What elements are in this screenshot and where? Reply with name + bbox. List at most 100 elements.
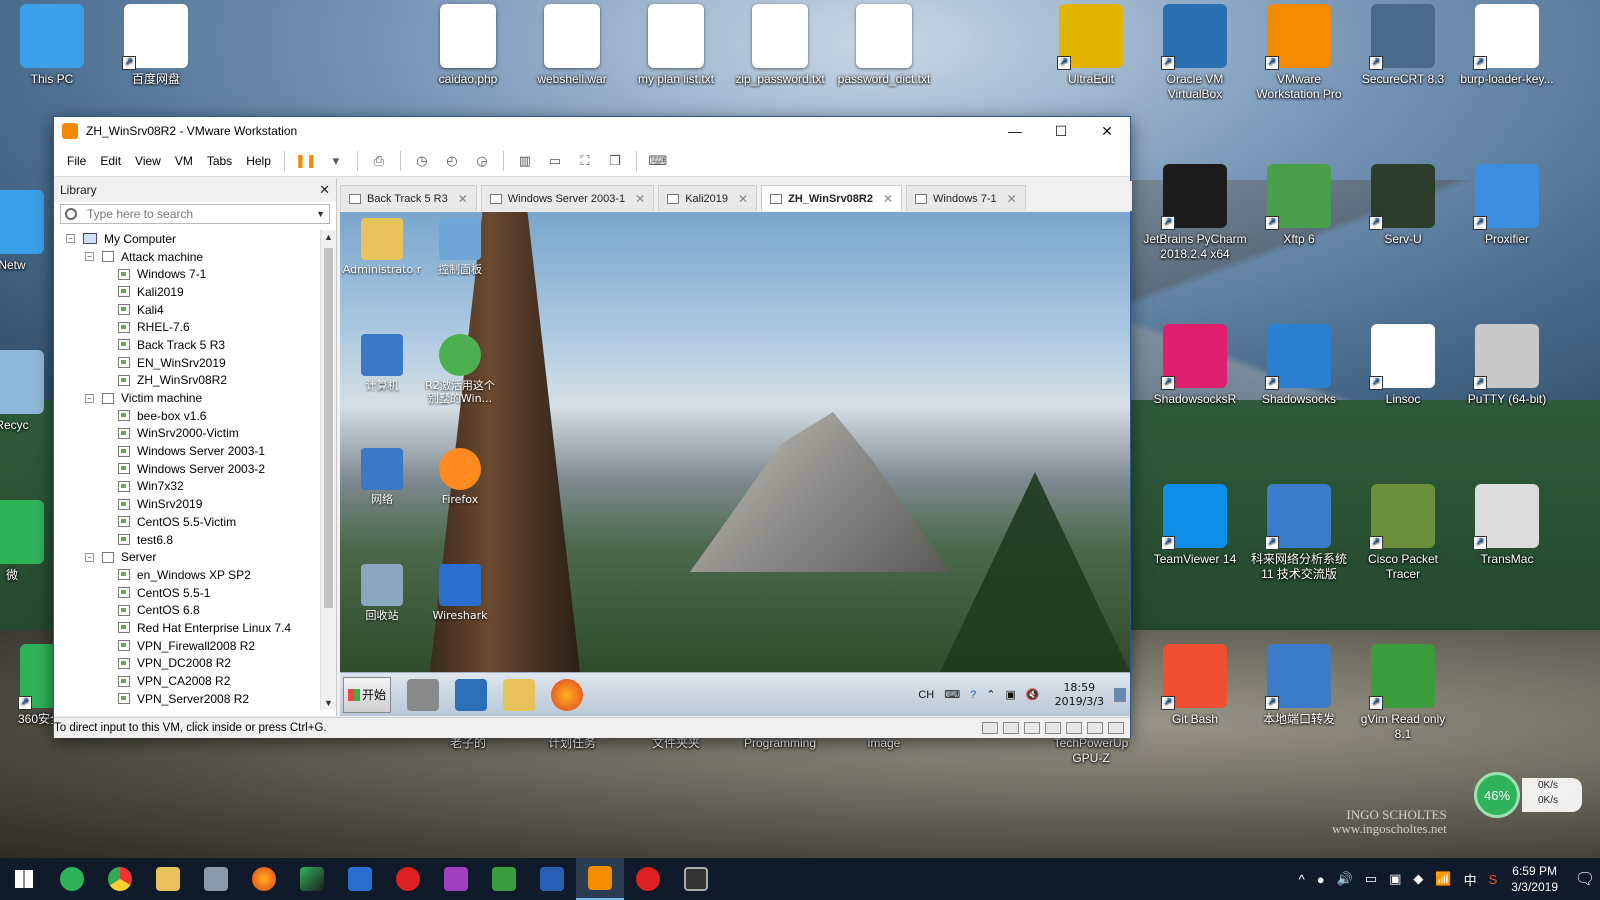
desktop-shortcut[interactable]: ↗ Cisco Packet Tracer <box>1351 484 1455 582</box>
desktop-shortcut[interactable]: password_dict.txt <box>832 4 936 87</box>
desktop-shortcut[interactable]: ↗ VMware Workstation Pro <box>1247 4 1351 102</box>
scroll-up-icon[interactable]: ▲ <box>324 232 333 242</box>
tree-folder[interactable]: − Victim machine <box>54 389 319 407</box>
desktop-shortcut[interactable]: caidao.php <box>416 4 520 87</box>
cd-icon[interactable] <box>1003 722 1019 734</box>
desktop-shortcut[interactable]: ↗ JetBrains PyCharm 2018.2.4 x64 <box>1143 164 1247 262</box>
desktop-shortcut[interactable]: ↗ Linsoc <box>1351 324 1455 407</box>
chevron-down-icon[interactable]: ▾ <box>325 150 347 172</box>
desktop-shortcut[interactable]: ↗ Git Bash <box>1143 644 1247 727</box>
guest-desktop-icon[interactable]: Firefox <box>418 448 502 506</box>
vim-taskbar-icon[interactable] <box>480 858 528 900</box>
help-icon[interactable]: ? <box>970 689 976 701</box>
collapse-icon[interactable]: − <box>85 252 94 262</box>
server-manager-icon[interactable] <box>407 678 439 711</box>
vm-tree-item[interactable]: Kali4 <box>54 301 319 319</box>
guest-start-button[interactable]: 开始 <box>343 676 391 713</box>
guest-desktop[interactable]: Administrato r 控制面板 计算机 R2激活用这个 别墅的Win... 网络… <box>340 212 1130 672</box>
vm-tree-item[interactable]: Win7x32 <box>54 478 319 496</box>
nvidia-icon[interactable]: ◆ <box>1413 871 1423 887</box>
vm-tree-item[interactable]: test6.8 <box>54 531 319 549</box>
hdd-icon[interactable] <box>982 722 998 734</box>
vm-tree-item[interactable]: ZH_WinSrv08R2 <box>54 372 319 390</box>
close-tab-icon[interactable]: ✕ <box>635 192 645 206</box>
collapse-icon[interactable]: − <box>85 552 94 562</box>
desktop-shortcut[interactable]: This PC <box>0 4 104 87</box>
vm-tab[interactable]: Kali2019 ✕ <box>658 185 758 211</box>
taskbar-clock[interactable]: 6:59 PM 3/3/2019 <box>1511 863 1558 895</box>
desktop-shortcut[interactable]: ↗ Proxifier <box>1455 164 1559 247</box>
guest-desktop-icon[interactable]: R2激活用这个 别墅的Win... <box>418 334 502 405</box>
firefox-taskbar-icon[interactable] <box>240 858 288 900</box>
desktop-shortcut[interactable]: ↗ 本地端口转发 <box>1247 644 1351 727</box>
wireshark-taskbar-icon[interactable] <box>336 858 384 900</box>
chevron-down-icon[interactable]: ▼ <box>316 209 325 219</box>
vm-tab[interactable]: ZH_WinSrv08R2 ✕ <box>761 185 903 211</box>
sound-icon[interactable] <box>1066 722 1082 734</box>
close-tab-icon[interactable]: ✕ <box>458 192 468 206</box>
pause-icon[interactable]: ❚❚ <box>295 150 317 172</box>
network-adapter-icon[interactable] <box>1024 722 1040 734</box>
guest-ime[interactable]: CH <box>918 689 934 701</box>
recorder-taskbar-icon[interactable] <box>672 858 720 900</box>
desktop-shortcut[interactable]: ↗ Xftp 6 <box>1247 164 1351 247</box>
vm-tree-item[interactable]: CentOS 6.8 <box>54 601 319 619</box>
ime-indicator[interactable]: 中 <box>1464 870 1477 889</box>
keyboard-icon[interactable]: ⌨ <box>944 688 960 701</box>
vm-tab[interactable]: Windows Server 2003-1 ✕ <box>480 185 655 211</box>
hex-editor-taskbar-icon[interactable] <box>432 858 480 900</box>
vm-tree-item[interactable]: EN_WinSrv2019 <box>54 354 319 372</box>
volume-muted-icon[interactable]: 🔇 <box>1026 688 1040 701</box>
desktop-shortcut[interactable]: my plan list.txt <box>624 4 728 87</box>
thumbnail-bar-icon[interactable]: ▭ <box>544 150 566 172</box>
vm-tab[interactable]: Windows 7-1 ✕ <box>906 185 1026 211</box>
network-tray-icon[interactable]: ▣ <box>1005 688 1015 701</box>
menu-vm[interactable]: VM <box>168 154 200 168</box>
menu-file[interactable]: File <box>60 154 93 168</box>
console-view-icon[interactable]: ⌨ <box>647 150 669 172</box>
vm-tree-item[interactable]: VPN_CA2008 R2 <box>54 672 319 690</box>
desktop-shortcut[interactable]: zip_password.txt <box>728 4 832 87</box>
app-taskbar-icon[interactable] <box>192 858 240 900</box>
guest-clock[interactable]: 18:59 2019/3/3 <box>1055 681 1104 709</box>
menu-tabs[interactable]: Tabs <box>200 154 239 168</box>
message-icon[interactable] <box>1108 722 1124 734</box>
guest-desktop-icon[interactable]: 计算机 <box>340 334 424 392</box>
library-search-input[interactable]: Type here to search ▼ <box>60 204 330 224</box>
vm-tree-item[interactable]: bee-box v1.6 <box>54 407 319 425</box>
burp-taskbar-icon[interactable] <box>384 858 432 900</box>
desktop-shortcut[interactable]: ↗ TeamViewer 14 <box>1143 484 1247 567</box>
netease-music-taskbar-icon[interactable] <box>624 858 672 900</box>
vm-tree-item[interactable]: Windows 7-1 <box>54 265 319 283</box>
explorer-icon[interactable] <box>503 678 535 711</box>
vm-tree-item[interactable]: RHEL-7.6 <box>54 318 319 336</box>
vm-tab[interactable]: Back Track 5 R3 ✕ <box>340 185 477 211</box>
snapshot-icon[interactable]: ◷ <box>411 150 433 172</box>
tray-app-icon[interactable]: ● <box>1317 872 1325 887</box>
guest-desktop-icon[interactable]: 控制面板 <box>418 218 502 276</box>
tree-root[interactable]: − My Computer <box>54 230 319 248</box>
tree-folder[interactable]: − Server <box>54 548 319 566</box>
desktop-shortcut[interactable]: ↗ Shadowsocks <box>1247 324 1351 407</box>
maximize-button[interactable]: ☐ <box>1038 117 1084 145</box>
pycharm-taskbar-icon[interactable] <box>288 858 336 900</box>
guest-desktop-icon[interactable]: Administrato r <box>340 218 424 276</box>
vm-tree-item[interactable]: Windows Server 2003-2 <box>54 460 319 478</box>
close-tab-icon[interactable]: ✕ <box>1007 192 1017 206</box>
desktop-shortcut[interactable]: ↗ 百度网盘 <box>104 4 208 87</box>
menu-view[interactable]: View <box>128 154 168 168</box>
desktop-shortcut[interactable]: ↗ burp-loader-key... <box>1455 4 1559 87</box>
collapse-icon[interactable]: − <box>85 393 94 403</box>
snapshot-manager-icon[interactable]: ◶ <box>471 150 493 172</box>
network-icon[interactable]: ▣ <box>1389 871 1401 887</box>
guest-desktop-icon[interactable]: 回收站 <box>340 564 424 622</box>
usb-icon[interactable] <box>1045 722 1061 734</box>
desktop-shortcut[interactable]: ↗ TransMac <box>1455 484 1559 567</box>
vm-tree-item[interactable]: CentOS 5.5-Victim <box>54 513 319 531</box>
vmware-window[interactable]: ZH_WinSrv08R2 - VMware Workstation — ☐ ✕… <box>53 116 1132 738</box>
close-tab-icon[interactable]: ✕ <box>883 192 893 206</box>
vm-tree-item[interactable]: VPN_DC2008 R2 <box>54 655 319 673</box>
chrome-taskbar-icon[interactable] <box>96 858 144 900</box>
revert-snapshot-icon[interactable]: ◴ <box>441 150 463 172</box>
full-screen-icon[interactable]: ⛶ <box>574 150 596 172</box>
